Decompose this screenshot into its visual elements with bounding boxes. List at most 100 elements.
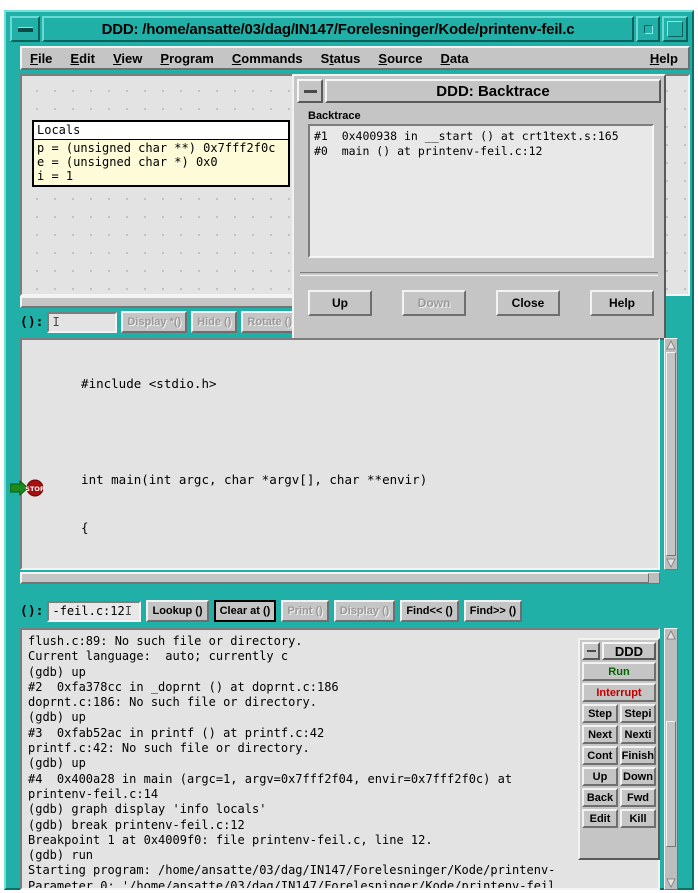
locals-row: p = (unsigned char **) 0x7fff2f0c — [37, 141, 276, 155]
nexti-button[interactable]: Nexti — [620, 725, 656, 744]
menu-item-edit[interactable]: Edit — [70, 50, 95, 67]
backtrace-help-button[interactable]: Help — [590, 290, 654, 316]
ddd-main-window: DDD: /home/ansatte/03/dag/IN147/Forelesn… — [4, 10, 694, 890]
next-button[interactable]: Next — [582, 725, 618, 744]
menu-label-help: elp — [659, 50, 678, 66]
display-locals[interactable]: Locals p = (unsigned char **) 0x7fff2f0c… — [32, 120, 290, 187]
menu-item-help[interactable]: Help — [650, 50, 678, 67]
source-line[interactable] — [22, 424, 435, 440]
console-vscroll-thumb[interactable] — [666, 721, 676, 847]
finish-button[interactable]: Finish — [619, 746, 656, 765]
ddd-tool-palette[interactable]: DDD Run Interrupt Step Stepi Next Nexti … — [578, 638, 660, 860]
breakpoint-stop-icon: STOP — [9, 479, 45, 497]
find-backward-button[interactable]: Find<< () — [400, 600, 459, 622]
source-line[interactable]: int main(int argc, char *argv[], char **… — [22, 472, 435, 488]
backtrace-title: DDD: Backtrace — [325, 79, 661, 103]
window-title-bar: DDD: /home/ansatte/03/dag/IN147/Forelesn… — [10, 16, 688, 42]
backtrace-close-button[interactable]: Close — [496, 290, 560, 316]
menu-item-program[interactable]: Program — [160, 50, 213, 67]
backtrace-dialog[interactable]: DDD: Backtrace Backtrace #1 0x400938 in … — [292, 74, 666, 340]
menu-item-data[interactable]: Data — [440, 50, 468, 67]
gdb-console[interactable]: flush.c:89: No such file or directory. C… — [20, 628, 660, 890]
scroll-down-arrow-icon[interactable] — [666, 558, 676, 568]
window-title: DDD: /home/ansatte/03/dag/IN147/Forelesn… — [42, 16, 634, 42]
menu-item-source[interactable]: Source — [378, 50, 422, 67]
rotate-button[interactable]: Rotate () — [241, 311, 298, 333]
up-button[interactable]: Up — [582, 767, 618, 786]
breakpoint-marker[interactable]: STOP — [9, 479, 50, 497]
console-line: printenv-feil.c:14 — [28, 786, 159, 801]
step-button[interactable]: Step — [582, 704, 618, 723]
source-hscrollbar[interactable] — [20, 572, 660, 584]
backtrace-up-button[interactable]: Up — [308, 290, 372, 316]
data-entry-input[interactable]: I — [47, 311, 118, 333]
display-locals-title: Locals — [34, 122, 288, 140]
maximize-button[interactable] — [636, 16, 660, 42]
scroll-up-arrow-icon[interactable] — [666, 340, 676, 350]
tool-palette-title: DDD — [602, 642, 656, 660]
source-vscrollbar[interactable] — [664, 338, 678, 570]
console-vscrollbar[interactable] — [664, 628, 678, 890]
backtrace-frame[interactable]: #1 0x400938 in __start () at crt1text.s:… — [314, 129, 648, 144]
menu-label-view: iew — [121, 50, 143, 66]
kill-button[interactable]: Kill — [620, 809, 656, 828]
scroll-down-arrow-icon[interactable] — [666, 878, 676, 888]
menu-label-source: ource — [387, 50, 423, 66]
source-toolbar: (): -feil.c:12 I Lookup () Clear at () Pr… — [20, 598, 690, 624]
tool-palette-row: Edit Kill — [582, 809, 656, 828]
menu-item-file[interactable]: File — [30, 50, 52, 67]
source-line[interactable]: { — [22, 520, 435, 536]
hide-button[interactable]: Hide () — [191, 311, 238, 333]
source-line[interactable]: char **p = envir, *e; — [22, 568, 435, 570]
backtrace-frame-list[interactable]: #1 0x400938 in __start () at crt1text.s:… — [308, 124, 654, 258]
down-button[interactable]: Down — [620, 767, 656, 786]
console-line: #2 0xfa378cc in _doprnt () at doprnt.c:1… — [28, 679, 339, 694]
scroll-up-arrow-icon[interactable] — [666, 630, 676, 640]
console-line: printf.c:42: No such file or directory. — [28, 741, 310, 756]
source-entry-value: -feil.c:12 — [52, 604, 125, 618]
menu-item-commands[interactable]: Commands — [232, 50, 303, 67]
menu-label-program: rogram — [169, 50, 214, 66]
console-line: (gdb) break printenv-feil.c:12 — [28, 817, 245, 832]
locals-row: e = (unsigned char *) 0x0 — [37, 155, 218, 169]
source-entry-input[interactable]: -feil.c:12 I — [47, 600, 142, 622]
svg-text:STOP: STOP — [25, 485, 45, 493]
back-button[interactable]: Back — [582, 788, 618, 807]
display-button[interactable]: Display *() — [121, 311, 188, 333]
clear-at-button[interactable]: Clear at () — [213, 600, 277, 622]
console-line: flush.c:89: No such file or directory. — [28, 634, 303, 648]
menu-item-view[interactable]: View — [113, 50, 142, 67]
edit-button[interactable]: Edit — [582, 809, 618, 828]
locals-row: i = 1 — [37, 169, 74, 183]
source-vscroll-thumb[interactable] — [666, 352, 676, 556]
display-source-button[interactable]: Display () — [333, 600, 396, 622]
backtrace-minimize-button[interactable] — [297, 79, 323, 103]
backtrace-list-label: Backtrace — [308, 110, 361, 122]
run-button[interactable]: Run — [582, 662, 656, 681]
source-code-text: #include <stdio.h> int main(int argc, ch… — [22, 344, 435, 570]
backtrace-down-button[interactable]: Down — [402, 290, 466, 316]
backtrace-frame[interactable]: #0 main () at printenv-feil.c:12 — [314, 144, 648, 159]
source-hscroll-thumb[interactable] — [21, 573, 649, 583]
tool-palette-minimize-button[interactable] — [582, 642, 600, 660]
tool-palette-title-bar: DDD — [582, 642, 656, 660]
menu-item-status[interactable]: Status — [321, 50, 361, 67]
maximize-icon — [643, 24, 653, 34]
console-line: (gdb) up — [28, 710, 86, 725]
fwd-button[interactable]: Fwd — [620, 788, 656, 807]
lookup-button[interactable]: Lookup () — [146, 600, 209, 622]
source-line[interactable]: #include <stdio.h> — [22, 376, 435, 392]
cont-button[interactable]: Cont — [582, 746, 618, 765]
minimize-button[interactable] — [10, 16, 40, 42]
source-code-panel[interactable]: #include <stdio.h> int main(int argc, ch… — [20, 338, 660, 570]
print-button[interactable]: Print () — [281, 600, 329, 622]
text-caret-icon: I — [52, 315, 60, 329]
interrupt-button[interactable]: Interrupt — [582, 683, 656, 702]
console-line: Current language: auto; currently c — [28, 649, 289, 664]
console-line: #3 0xfab52ac in printf () at printf.c:42 — [28, 725, 325, 740]
minimize-icon — [586, 650, 596, 652]
find-forward-button[interactable]: Find>> () — [463, 600, 523, 622]
restore-button[interactable] — [662, 16, 688, 42]
backtrace-title-bar: DDD: Backtrace — [297, 79, 661, 103]
stepi-button[interactable]: Stepi — [620, 704, 656, 723]
